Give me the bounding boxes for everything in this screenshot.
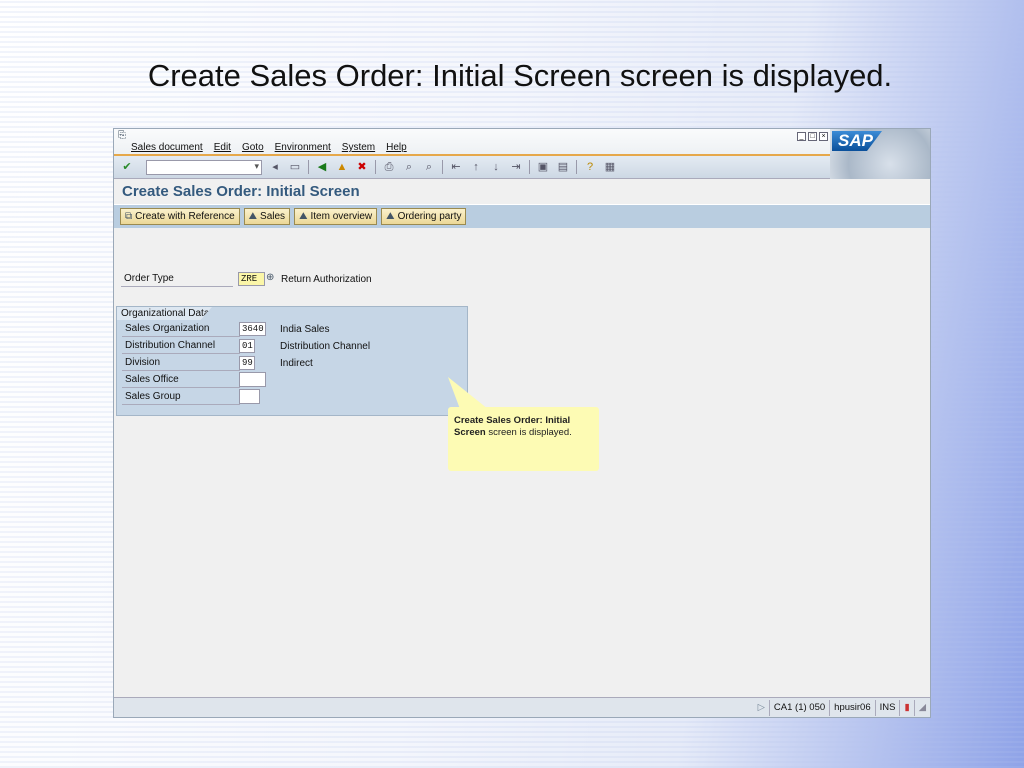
menu-edit[interactable]: Edit: [214, 142, 231, 153]
callout-tooltip: Create Sales Order: Initial Screen scree…: [448, 407, 599, 471]
new-session-icon[interactable]: ▣: [536, 160, 550, 174]
mountain-icon: ⛰: [248, 211, 258, 222]
division-label: Division: [122, 356, 240, 371]
close-icon[interactable]: ×: [819, 132, 828, 141]
minimize-icon[interactable]: _: [797, 132, 806, 141]
distribution-channel-label: Distribution Channel: [122, 339, 240, 354]
exit-icon[interactable]: ▲: [335, 160, 349, 174]
insert-mode[interactable]: INS: [874, 699, 900, 716]
last-page-icon[interactable]: ⇥: [509, 160, 523, 174]
menu-help[interactable]: Help: [386, 142, 407, 153]
copy-icon: ⧉: [125, 211, 133, 222]
ordering-party-button[interactable]: ⛰ Ordering party: [381, 208, 467, 225]
sales-group-label: Sales Group: [122, 390, 240, 405]
maximize-icon[interactable]: □: [808, 132, 817, 141]
resize-grip-icon[interactable]: ◢: [913, 699, 930, 716]
enter-icon[interactable]: ✔: [120, 160, 134, 174]
distribution-channel-input[interactable]: 01: [239, 339, 255, 353]
print-icon[interactable]: ⎙: [382, 160, 396, 174]
sales-organization-input[interactable]: 3640: [239, 322, 266, 336]
sap-window: ⎘ Sales document Edit Goto Environment S…: [113, 128, 931, 718]
division-description: Indirect: [280, 358, 313, 369]
find-icon[interactable]: ⌕: [402, 160, 416, 174]
sales-office-input[interactable]: [239, 372, 266, 387]
division-input[interactable]: 99: [239, 356, 255, 370]
help-icon[interactable]: ?: [583, 160, 597, 174]
sales-organization-label: Sales Organization: [122, 322, 240, 337]
server-name: hpusir06: [829, 699, 874, 716]
screen-title: Create Sales Order: Initial Screen: [122, 183, 360, 200]
slide-title: Create Sales Order: Initial Screen scree…: [147, 58, 893, 93]
organizational-data-group: Organizational Data Sales Organization 3…: [116, 306, 468, 416]
back-arrow-icon[interactable]: ◂: [268, 160, 282, 174]
item-overview-button[interactable]: ⛰ Item overview: [294, 208, 378, 225]
layout-icon[interactable]: ▦: [603, 160, 617, 174]
menu-bar: ⎘ Sales document Edit Goto Environment S…: [114, 129, 930, 179]
sales-organization-description: India Sales: [280, 324, 330, 335]
sap-logo: SAP: [830, 129, 930, 179]
cancel-icon[interactable]: ✖: [355, 160, 369, 174]
next-page-icon[interactable]: ↓: [489, 160, 503, 174]
sales-office-label: Sales Office: [122, 373, 240, 388]
menu-system[interactable]: System: [342, 142, 375, 153]
system-menu-icon[interactable]: ⎘: [118, 130, 126, 141]
standard-toolbar: ✔ ◂ ▭ ◀ ▲ ✖ ⎙ ⌕ ⌕ ⇤ ↑ ↓ ⇥ ▣ ▤ ? ▦: [114, 156, 930, 179]
prev-page-icon[interactable]: ↑: [469, 160, 483, 174]
mountain-icon: ⛰: [386, 211, 395, 222]
create-with-reference-button[interactable]: ⧉ Create with Reference: [120, 208, 240, 225]
sales-group-input[interactable]: [239, 389, 260, 404]
command-field[interactable]: [146, 159, 262, 175]
mountain-icon: ⛰: [299, 211, 308, 222]
screen-body: Order Type ZRE ⊕ Return Authorization Or…: [114, 229, 930, 697]
shortcut-icon[interactable]: ▤: [556, 160, 570, 174]
distribution-channel-description: Distribution Channel: [280, 341, 371, 352]
status-bar: ▷ CA1 (1) 050 hpusir06 INS ▮ ◢: [114, 697, 930, 717]
save-icon[interactable]: ▭: [288, 160, 302, 174]
expand-status-icon[interactable]: ▷: [754, 700, 769, 716]
session-icon: ▮: [899, 699, 913, 716]
system-info: CA1 (1) 050: [768, 699, 829, 716]
menu-environment[interactable]: Environment: [275, 142, 331, 153]
order-type-description: Return Authorization: [281, 274, 372, 285]
sales-button[interactable]: ⛰ Sales: [243, 208, 291, 225]
first-page-icon[interactable]: ⇤: [449, 160, 463, 174]
order-type-input[interactable]: ZRE: [238, 272, 265, 286]
find-next-icon[interactable]: ⌕: [422, 160, 436, 174]
menu-sales-document[interactable]: Sales document: [131, 142, 203, 153]
f4-help-icon[interactable]: ⊕: [266, 272, 274, 283]
group-title: Organizational Data: [117, 307, 212, 320]
order-type-label: Order Type: [121, 272, 233, 287]
menu-goto[interactable]: Goto: [242, 142, 264, 153]
application-toolbar: ⧉ Create with Reference ⛰ Sales ⛰ Item over…: [114, 204, 930, 228]
back-icon[interactable]: ◀: [315, 160, 329, 174]
